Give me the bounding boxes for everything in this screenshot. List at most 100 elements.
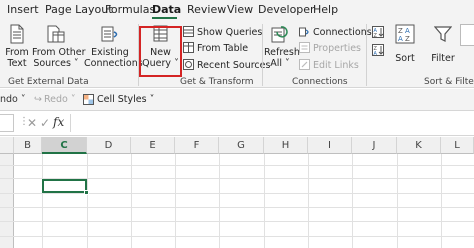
- from-text-label-1: From: [5, 47, 29, 58]
- grid-line: [0, 165, 474, 166]
- ribbon-data: From Text From Other Sources ˅ Existing …: [0, 20, 474, 88]
- show-queries-button[interactable]: Show Queries: [183, 26, 262, 40]
- column-header-h[interactable]: H: [264, 137, 308, 154]
- formula-bar: ⋮ ✕ ✓ fx: [0, 111, 474, 136]
- table-icon: [183, 42, 194, 53]
- insert-function-icon[interactable]: fx: [53, 115, 64, 129]
- tab-formulas[interactable]: Formulas: [105, 3, 155, 17]
- sort-a-to-z-button[interactable]: A Z: [372, 25, 387, 40]
- group-separator: [366, 24, 367, 86]
- grid-line: [131, 154, 132, 248]
- connections-icon: [299, 27, 309, 37]
- column-header-c[interactable]: C: [42, 137, 87, 154]
- clear-filter-button[interactable]: [460, 24, 474, 46]
- from-text-button[interactable]: From Text: [2, 24, 32, 74]
- from-table-label: From Table: [197, 43, 249, 54]
- sort-icon: Z A A Z: [395, 24, 415, 44]
- sort-z-to-a-button[interactable]: Z A: [372, 43, 387, 58]
- column-header-g[interactable]: G: [219, 137, 264, 154]
- svg-text:Z: Z: [398, 27, 403, 35]
- existing-connections-label-2: Connections: [84, 58, 143, 69]
- refresh-all-label-2: All ˅: [270, 58, 290, 69]
- column-header-i[interactable]: I: [308, 137, 352, 154]
- recent-sources-label: Recent Sources: [197, 60, 271, 71]
- recent-sources-icon: [183, 59, 194, 70]
- active-cell[interactable]: [42, 179, 87, 193]
- grid-line: [352, 154, 353, 248]
- fill-handle[interactable]: [84, 190, 89, 195]
- grid-line: [441, 154, 442, 248]
- grid-line: [0, 207, 474, 208]
- from-other-sources-label-1: From Other: [32, 47, 86, 58]
- refresh-all-button[interactable]: Refresh All ˅: [264, 24, 300, 74]
- refresh-all-label-1: Refresh: [264, 47, 300, 58]
- cancel-icon[interactable]: ✕: [27, 116, 37, 130]
- sort-button[interactable]: Z A A Z Sort: [392, 24, 418, 74]
- active-tab-indicator: [152, 17, 177, 19]
- from-other-sources-button[interactable]: From Other Sources ˅: [32, 24, 86, 74]
- enter-icon[interactable]: ✓: [40, 116, 50, 130]
- recent-sources-button[interactable]: Recent Sources: [183, 59, 270, 73]
- text-file-icon: [10, 24, 24, 44]
- column-header-d[interactable]: D: [87, 137, 131, 154]
- column-header-l[interactable]: L: [441, 137, 474, 154]
- edit-links-label: Edit Links: [313, 60, 359, 71]
- edit-links-button: Edit Links: [299, 59, 359, 73]
- redo-button[interactable]: Redo ˅: [44, 94, 76, 106]
- group-separator: [262, 24, 263, 86]
- tab-review[interactable]: Review: [187, 3, 226, 17]
- column-header-f[interactable]: F: [175, 137, 219, 154]
- filter-button[interactable]: Filter: [428, 24, 458, 74]
- filter-icon: [434, 26, 452, 42]
- excel-window: Insert Page Layout Formulas Data Review …: [0, 0, 474, 248]
- tab-data[interactable]: Data: [152, 3, 181, 17]
- group-label-connections: Connections: [292, 77, 348, 87]
- undo-button[interactable]: ndo ˅: [0, 94, 26, 106]
- show-queries-icon: [183, 26, 194, 37]
- new-query-highlight: [139, 26, 182, 77]
- connections-button[interactable]: Connections: [299, 26, 372, 40]
- svg-text:A: A: [398, 35, 403, 43]
- grid-line: [264, 154, 265, 248]
- cell-styles-icon: [83, 94, 94, 105]
- grid-line: [219, 154, 220, 248]
- select-all-corner[interactable]: [0, 137, 14, 154]
- sort-z-a-icon: Z A: [372, 43, 384, 56]
- group-label-sort-filter: Sort & Filter: [424, 77, 474, 87]
- cell-styles-button[interactable]: Cell Styles ˅: [97, 94, 154, 106]
- grid-line: [175, 154, 176, 248]
- tab-view[interactable]: View: [227, 3, 253, 17]
- name-box[interactable]: [0, 114, 14, 132]
- svg-text:Z: Z: [405, 35, 410, 43]
- tab-insert[interactable]: Insert: [7, 3, 39, 17]
- grid-line: [308, 154, 309, 248]
- column-header-j[interactable]: J: [352, 137, 397, 154]
- existing-connections-icon: [101, 26, 118, 42]
- svg-text:A: A: [374, 51, 378, 56]
- grid-line: [42, 154, 43, 248]
- from-text-label-2: Text: [7, 58, 27, 69]
- properties-button: Properties: [299, 42, 361, 56]
- column-header-b[interactable]: B: [14, 137, 42, 154]
- connections-label: Connections: [313, 27, 372, 38]
- grid-line: [397, 154, 398, 248]
- show-queries-label: Show Queries: [197, 27, 263, 38]
- from-other-sources-label-2: Sources ˅: [33, 58, 79, 69]
- row-headers[interactable]: [0, 154, 14, 248]
- filter-label: Filter: [431, 53, 455, 64]
- properties-label: Properties: [313, 43, 362, 54]
- tab-page-layout[interactable]: Page Layout: [45, 3, 113, 17]
- formula-input[interactable]: [70, 114, 474, 132]
- redo-arrow-icon: ↪: [34, 94, 42, 105]
- existing-connections-label-1: Existing: [91, 47, 129, 58]
- sort-a-z-icon: A Z: [372, 25, 384, 38]
- tab-help[interactable]: Help: [313, 3, 338, 17]
- column-header-k[interactable]: K: [397, 137, 441, 154]
- grid-line: [0, 221, 474, 222]
- existing-connections-button[interactable]: Existing Connections: [84, 24, 143, 74]
- grid-line: [0, 236, 474, 237]
- column-header-e[interactable]: E: [131, 137, 175, 154]
- ribbon-tabs: Insert Page Layout Formulas Data Review …: [0, 0, 474, 20]
- tab-developer[interactable]: Developer: [258, 3, 315, 17]
- from-table-button[interactable]: From Table: [183, 42, 248, 56]
